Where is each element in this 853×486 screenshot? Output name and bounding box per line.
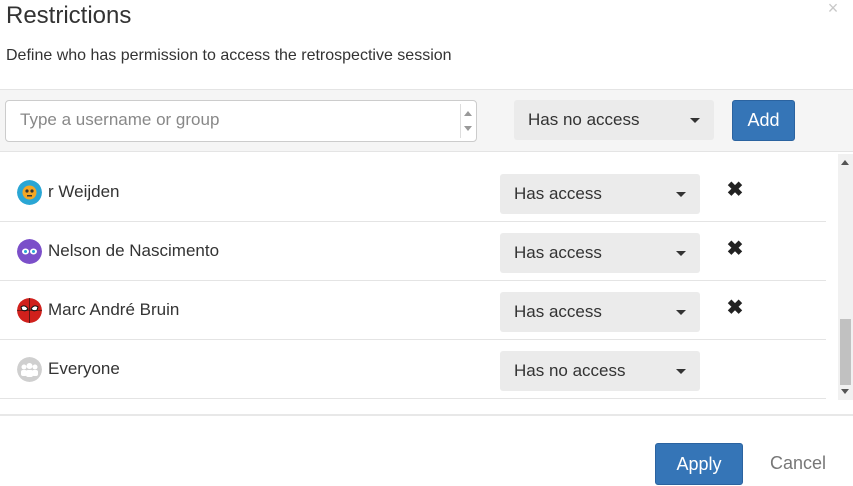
access-select[interactable]: Has access (500, 233, 700, 273)
orange-blob-avatar (17, 180, 42, 205)
spiderman-avatar (17, 298, 42, 323)
close-icon[interactable]: × (824, 0, 842, 18)
list-item: Everyone Has no access (0, 340, 826, 399)
access-select[interactable]: Has no access (500, 351, 700, 391)
spinner-up-icon[interactable] (464, 111, 472, 116)
add-button[interactable]: Add (732, 100, 795, 141)
access-select-value: Has access (514, 243, 602, 262)
spinner-down-icon[interactable] (464, 126, 472, 131)
cancel-button[interactable]: Cancel (770, 443, 826, 485)
access-select[interactable]: Has access (500, 174, 700, 214)
input-spinner[interactable] (460, 104, 474, 138)
list-item: Nelson de Nascimento Has access ✖ (0, 222, 826, 281)
list-item: Marc André Bruin Has access ✖ (0, 281, 826, 340)
footer-divider (0, 414, 853, 416)
remove-icon[interactable]: ✖ (726, 239, 744, 259)
scroll-down-icon[interactable] (841, 389, 849, 394)
list-item: r Weijden Has access ✖ (0, 163, 826, 222)
dialog-title: Restrictions (6, 2, 132, 29)
user-name: Marc André Bruin (48, 300, 180, 319)
apply-button[interactable]: Apply (655, 443, 743, 485)
group-name: Everyone (48, 359, 120, 378)
access-select-value: Has access (514, 302, 602, 321)
new-access-select[interactable]: Has no access (514, 100, 714, 140)
user-name: r Weijden (48, 182, 120, 201)
new-access-select-value: Has no access (528, 110, 640, 129)
chevron-down-icon (676, 369, 686, 374)
remove-icon[interactable]: ✖ (726, 180, 744, 200)
chevron-down-icon (676, 192, 686, 197)
chevron-down-icon (676, 251, 686, 256)
dialog-subtitle: Define who has permission to access the … (6, 47, 452, 64)
purple-mask-avatar (17, 239, 42, 264)
permission-list: r Weijden Has access ✖ Nelson de Nascime… (0, 152, 853, 412)
scrollbar-thumb[interactable] (840, 319, 851, 385)
list-scrollbar[interactable] (838, 154, 853, 400)
group-icon (17, 357, 42, 382)
remove-icon[interactable]: ✖ (726, 298, 744, 318)
user-group-input[interactable] (6, 101, 446, 139)
scroll-up-icon[interactable] (841, 160, 849, 165)
chevron-down-icon (690, 118, 700, 123)
access-select-value: Has no access (514, 361, 626, 380)
access-select-value: Has access (514, 184, 602, 203)
user-name: Nelson de Nascimento (48, 241, 220, 260)
chevron-down-icon (676, 310, 686, 315)
add-permission-bar: Has no access Add (0, 89, 853, 152)
access-select[interactable]: Has access (500, 292, 700, 332)
user-group-input-wrapper (5, 100, 477, 142)
